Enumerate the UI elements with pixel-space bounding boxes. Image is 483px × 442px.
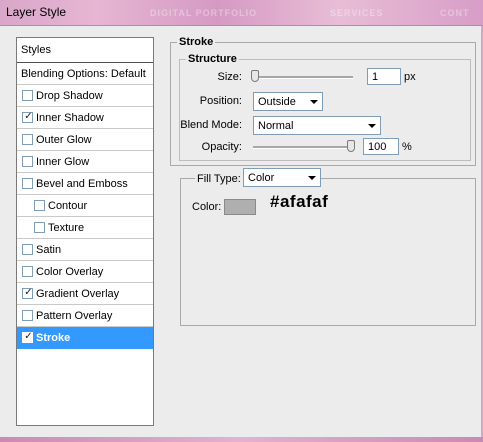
pattern-overlay-item[interactable]: Pattern Overlay: [17, 305, 153, 327]
style-item-label: Color Overlay: [36, 266, 104, 278]
blend-mode-select[interactable]: Normal: [253, 116, 381, 135]
fill-type-label: Fill Type:: [195, 173, 243, 185]
style-item-label: Bevel and Emboss: [36, 178, 128, 190]
chevron-down-icon: [310, 100, 318, 104]
style-item-label: Satin: [36, 244, 62, 256]
checkbox[interactable]: [22, 90, 33, 101]
blend-mode-label: Blend Mode:: [180, 119, 242, 131]
checkbox[interactable]: [22, 134, 33, 145]
checkbox[interactable]: [34, 200, 45, 211]
color-hex-annotation: #afafaf: [270, 192, 329, 211]
size-unit: px: [404, 71, 416, 83]
color-overlay-item[interactable]: Color Overlay: [17, 261, 153, 283]
blending-options-item[interactable]: Blending Options: Default: [17, 63, 153, 85]
checkbox[interactable]: [22, 244, 33, 255]
structure-group: Structure Size: 1 px Position: Outside B…: [179, 53, 471, 161]
size-slider-track[interactable]: [253, 76, 353, 79]
texture-item[interactable]: Texture: [17, 217, 153, 239]
style-item-label: Inner Glow: [36, 156, 90, 168]
checkmark-icon: ✓: [24, 111, 33, 122]
chevron-down-icon: [308, 176, 316, 180]
title-bar[interactable]: DIGITAL PORTFOLIO SERVICES CONT Layer St…: [0, 0, 483, 26]
checkbox[interactable]: [22, 310, 33, 321]
color-swatch[interactable]: [224, 199, 256, 215]
dialog-body: Styles Blending Options: Default Drop Sh…: [0, 26, 483, 437]
color-label: Color:: [192, 201, 222, 213]
style-item-label: Drop Shadow: [36, 90, 103, 102]
inner-shadow-item[interactable]: ✓ Inner Shadow: [17, 107, 153, 129]
position-label: Position:: [199, 95, 242, 107]
styles-header[interactable]: Styles: [17, 38, 153, 63]
style-item-label: Inner Shadow: [36, 112, 104, 124]
background-label: SERVICES: [330, 8, 384, 18]
background-label: CONT: [440, 8, 470, 18]
checkbox[interactable]: [34, 222, 45, 233]
drop-shadow-item[interactable]: Drop Shadow: [17, 85, 153, 107]
opacity-label: Opacity:: [201, 141, 242, 153]
checkmark-icon: ✓: [24, 331, 33, 342]
checkbox[interactable]: ✓: [22, 287, 33, 299]
stroke-item[interactable]: ✓ Stroke: [17, 327, 153, 349]
opacity-slider-thumb[interactable]: [347, 140, 355, 152]
checkbox[interactable]: ✓: [22, 111, 33, 123]
opacity-input[interactable]: 100: [363, 138, 399, 155]
size-input[interactable]: 1: [367, 68, 401, 85]
checkbox[interactable]: ✓: [22, 331, 33, 343]
styles-list: Styles Blending Options: Default Drop Sh…: [16, 37, 154, 426]
style-item-label: Stroke: [36, 332, 71, 344]
checkbox[interactable]: [22, 156, 33, 167]
style-item-label: Outer Glow: [36, 134, 92, 146]
style-item-label: Texture: [48, 222, 85, 234]
style-item-label: Pattern Overlay: [36, 310, 113, 322]
structure-title: Structure: [186, 53, 239, 65]
satin-item[interactable]: Satin: [17, 239, 153, 261]
stroke-group-title: Stroke: [177, 36, 216, 48]
background-label: DIGITAL PORTFOLIO: [150, 8, 258, 18]
inner-glow-item[interactable]: Inner Glow: [17, 151, 153, 173]
style-item-label: Gradient Overlay: [36, 288, 120, 300]
fill-type-group: Fill Type: Color Color: #afafaf: [180, 168, 476, 326]
checkbox[interactable]: [22, 266, 33, 277]
opacity-unit: %: [402, 141, 412, 153]
opacity-slider-track[interactable]: [253, 146, 353, 149]
window-title: Layer Style: [6, 5, 67, 19]
bevel-emboss-item[interactable]: Bevel and Emboss: [17, 173, 153, 195]
size-label: Size:: [217, 71, 242, 83]
fill-type-select[interactable]: Color: [243, 168, 321, 187]
checkbox[interactable]: [22, 178, 33, 189]
checkmark-icon: ✓: [24, 287, 33, 298]
size-slider-thumb[interactable]: [251, 70, 259, 82]
style-item-label: Contour: [48, 200, 88, 212]
contour-item[interactable]: Contour: [17, 195, 153, 217]
outer-glow-item[interactable]: Outer Glow: [17, 129, 153, 151]
gradient-overlay-item[interactable]: ✓ Gradient Overlay: [17, 283, 153, 305]
background-strip: [0, 437, 483, 442]
position-select[interactable]: Outside: [253, 92, 323, 111]
chevron-down-icon: [368, 124, 376, 128]
stroke-group: Stroke Structure Size: 1 px Position: Ou…: [170, 36, 476, 166]
